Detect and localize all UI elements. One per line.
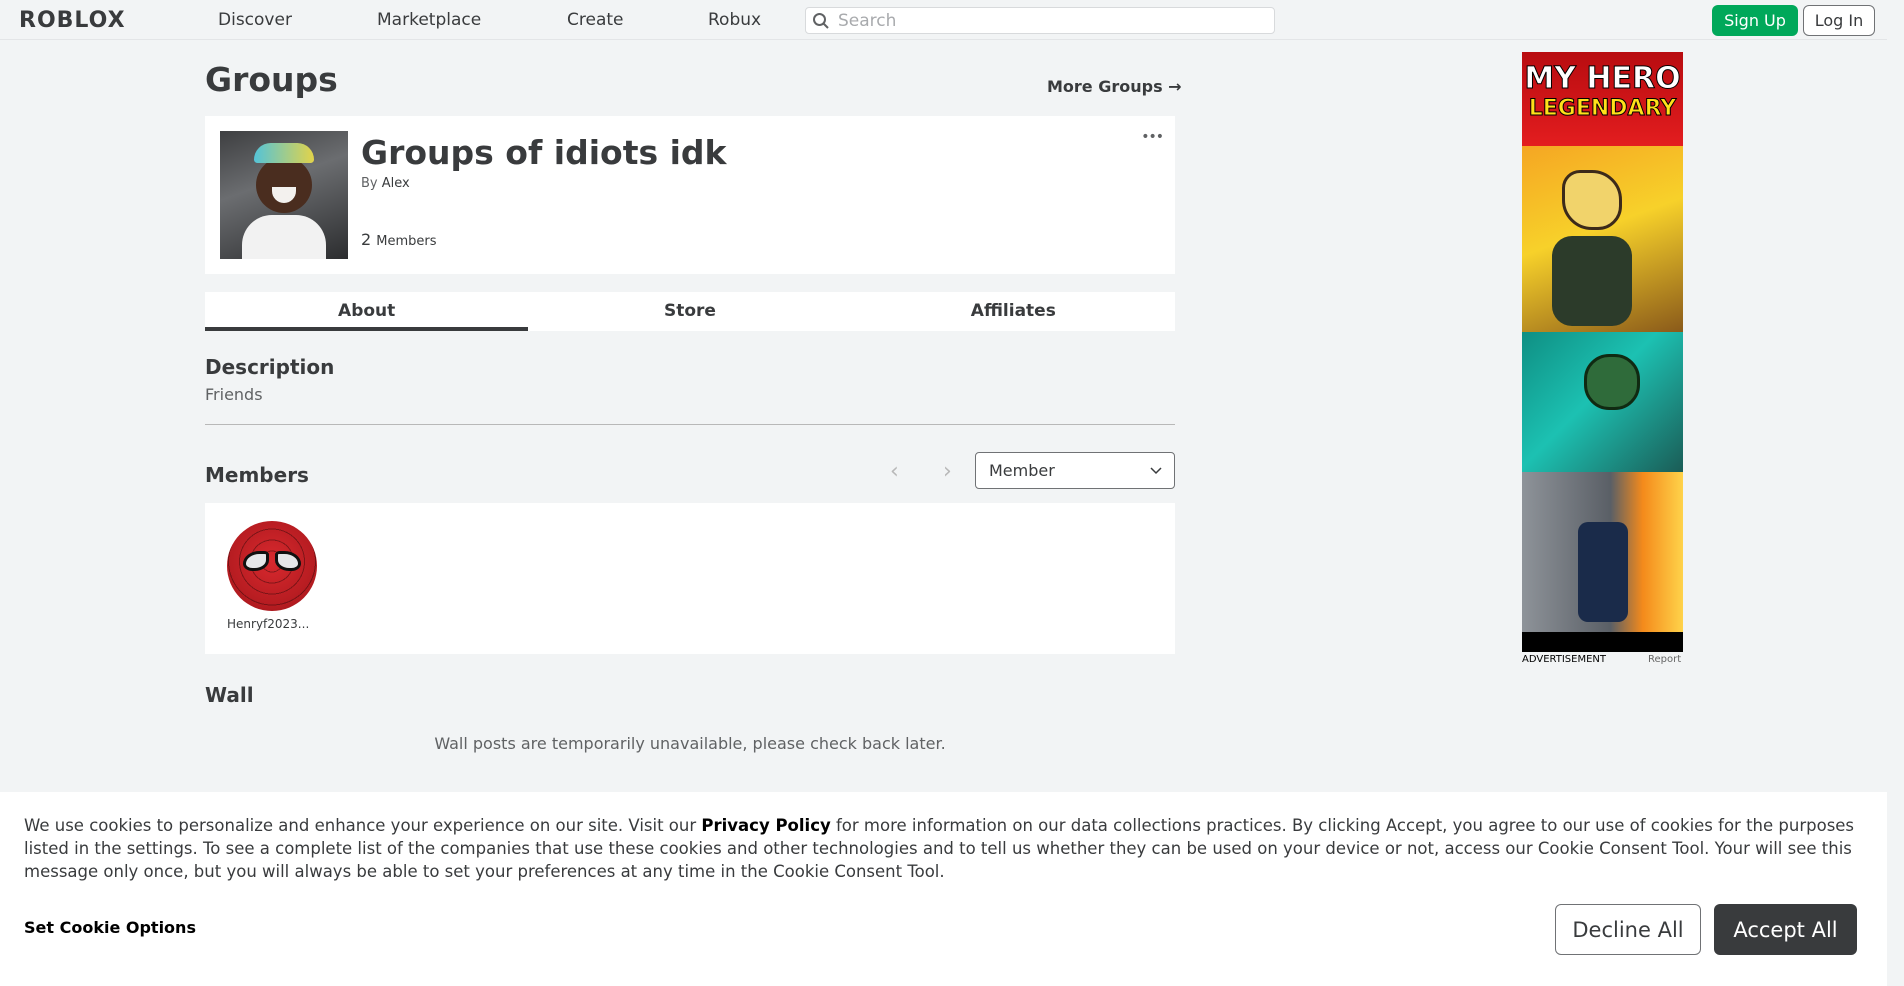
ad-artwork-panel <box>1522 472 1683 632</box>
chevron-right-icon[interactable]: › <box>943 459 952 484</box>
more-options-icon[interactable]: ••• <box>1141 129 1164 145</box>
wall-unavailable-message: Wall posts are temporarily unavailable, … <box>434 734 946 753</box>
privacy-policy-link[interactable]: Privacy Policy <box>701 816 830 835</box>
member-count: 2 Members <box>361 230 437 249</box>
page-title: Groups <box>205 60 338 99</box>
group-owner-line: By Alex <box>361 176 410 191</box>
chevron-down-icon <box>1150 467 1162 475</box>
tab-about[interactable]: About <box>205 292 529 331</box>
log-in-button[interactable]: Log In <box>1803 5 1875 36</box>
sign-up-button[interactable]: Sign Up <box>1712 5 1798 36</box>
role-select[interactable]: Member <box>975 452 1175 489</box>
member-count-value: 2 <box>361 230 372 249</box>
divider <box>205 424 1175 425</box>
roblox-logo[interactable]: ROBLOX <box>19 8 126 33</box>
nav-discover[interactable]: Discover <box>218 10 292 30</box>
role-select-value: Member <box>989 461 1055 480</box>
search-input[interactable] <box>838 10 1258 31</box>
group-header-card: Groups of idiots idk By Alex 2 Members •… <box>205 116 1175 274</box>
search-bar[interactable] <box>805 7 1275 34</box>
advertisement-banner[interactable]: MY HERO LEGENDARY <box>1522 52 1683 652</box>
nav-marketplace[interactable]: Marketplace <box>377 10 481 30</box>
set-cookie-options-link[interactable]: Set Cookie Options <box>24 918 196 937</box>
accept-all-button[interactable]: Accept All <box>1714 904 1857 955</box>
cookie-message: We use cookies to personalize and enhanc… <box>24 814 1864 883</box>
tab-store[interactable]: Store <box>528 292 851 331</box>
description-title: Description <box>205 355 335 379</box>
ad-report-link[interactable]: Report <box>1648 654 1681 665</box>
ad-title-line1: MY HERO <box>1524 61 1681 96</box>
members-title: Members <box>205 463 309 487</box>
more-groups-link[interactable]: More Groups → <box>1047 77 1182 96</box>
group-emblem-image <box>220 131 348 259</box>
member-count-label: Members <box>376 234 437 249</box>
top-navigation: ROBLOX Discover Marketplace Create Robux… <box>0 0 1887 40</box>
ad-artwork-panel <box>1522 332 1683 472</box>
nav-robux[interactable]: Robux <box>708 10 761 30</box>
chevron-left-icon[interactable]: ‹ <box>890 459 899 484</box>
advertisement-label: ADVERTISEMENT <box>1522 654 1607 665</box>
scrollbar[interactable] <box>1887 0 1904 986</box>
decline-all-button[interactable]: Decline All <box>1555 904 1701 955</box>
group-tabs: About Store Affiliates <box>205 292 1175 331</box>
group-name: Groups of idiots idk <box>361 133 727 172</box>
nav-create[interactable]: Create <box>567 10 624 30</box>
members-list: Henryf2023... <box>205 503 1175 654</box>
group-owner-link[interactable]: Alex <box>382 176 410 191</box>
ad-title: MY HERO LEGENDARY <box>1522 52 1683 146</box>
description-text: Friends <box>205 385 263 404</box>
wall-title: Wall <box>205 683 254 707</box>
search-icon <box>813 13 829 29</box>
cookie-banner: We use cookies to personalize and enhanc… <box>0 792 1887 986</box>
by-label: By <box>361 176 378 191</box>
cookie-text-part1: We use cookies to personalize and enhanc… <box>24 816 702 835</box>
tab-affiliates[interactable]: Affiliates <box>852 292 1175 331</box>
ad-artwork-panel <box>1522 146 1683 332</box>
member-name[interactable]: Henryf2023... <box>227 617 319 631</box>
ad-title-line2: LEGENDARY <box>1528 96 1677 122</box>
member-avatar[interactable] <box>227 521 317 611</box>
